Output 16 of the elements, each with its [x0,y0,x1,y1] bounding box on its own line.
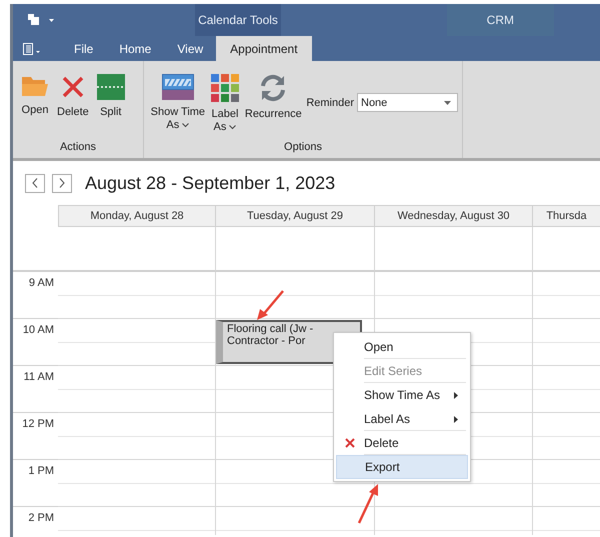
time-label: 2 PM [28,512,54,524]
day-header: Monday, August 28 [58,205,216,227]
ribbon-group-label: Actions [58,141,98,155]
time-label: 11 AM [24,371,54,383]
time-label: 12 PM [22,418,54,430]
window-title: CRM [446,4,554,36]
context-tab-group-label: Calendar Tools [195,4,281,36]
ribbon-group-label: Options [283,141,323,155]
date-range-title: August 28 - September 1, 2023 [85,172,336,194]
day-header: Thursda [533,205,600,227]
day-header: Tuesday, August 29 [216,205,375,227]
time-label: 1 PM [28,465,54,477]
time-label: 10 AM [22,324,54,336]
time-label: 9 AM [28,277,54,289]
reminder-label: Reminder [306,96,354,108]
day-header: Wednesday, August 30 [375,205,533,227]
